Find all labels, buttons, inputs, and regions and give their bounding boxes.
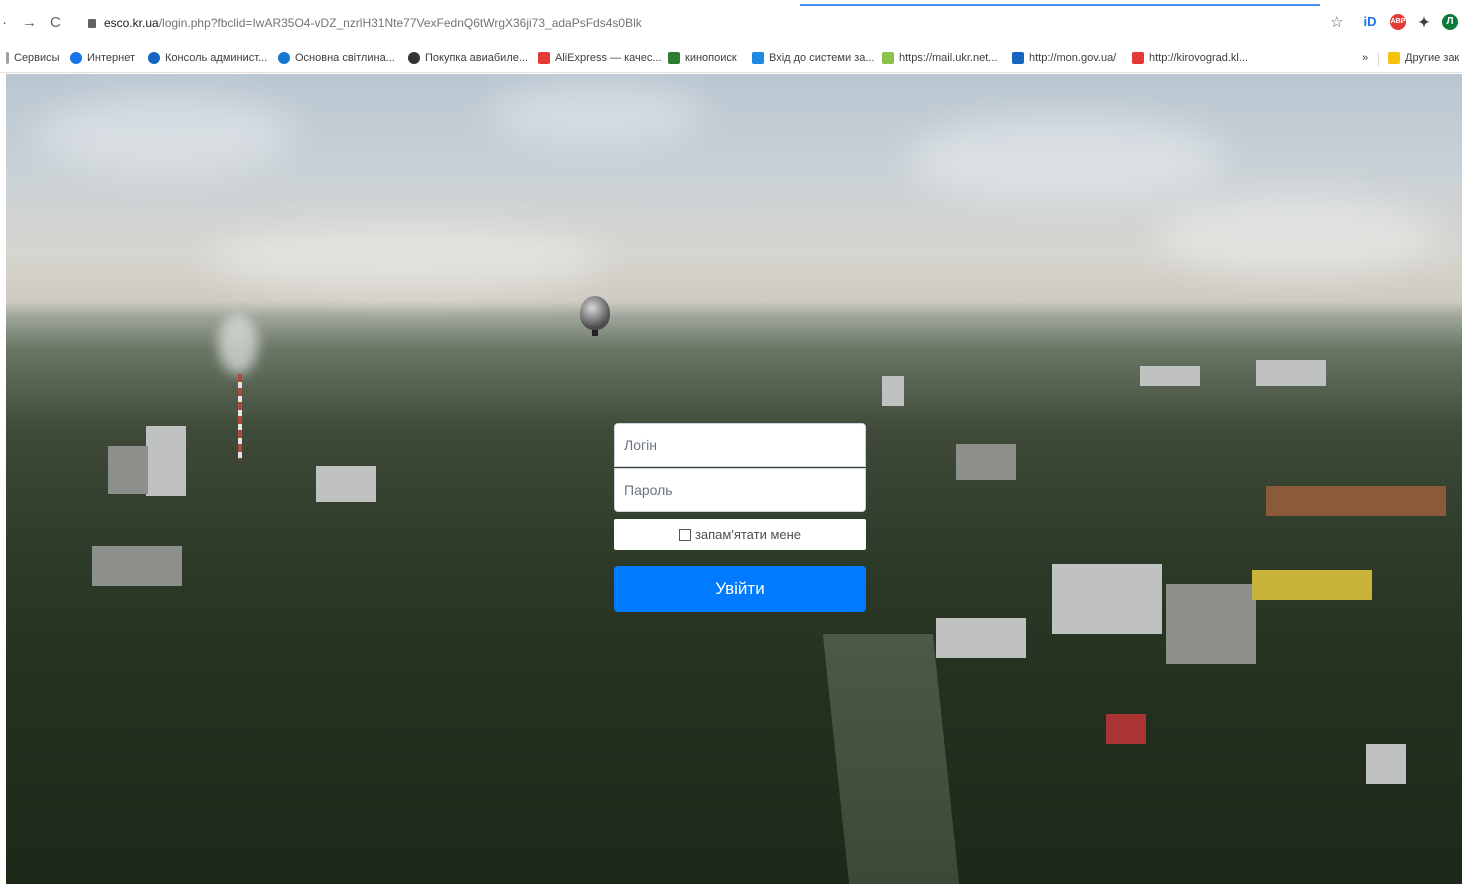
url-path: /login.php?fbclid=IwAR35O4-vDZ_nzrlH31Nt… <box>158 16 642 30</box>
building <box>1266 486 1446 516</box>
folder-icon <box>1388 52 1400 64</box>
site-icon <box>278 52 290 64</box>
browser-address-bar: · → C esco.kr.ua/login.php?fbclid=IwAR35… <box>0 0 1462 44</box>
login-page-background: запам'ятати мене Увійти <box>6 74 1462 884</box>
building <box>1052 564 1162 634</box>
adblock-extension-icon[interactable]: ABP <box>1390 14 1406 30</box>
bookmarks-separator <box>1378 52 1379 66</box>
bookmark-system-login[interactable]: Вхід до системи за... <box>752 50 875 66</box>
extensions-puzzle-icon[interactable]: ✦ <box>1416 14 1432 30</box>
factory-smoke <box>218 314 258 374</box>
building <box>1366 744 1406 784</box>
bookmarks-overflow-button[interactable]: » <box>1362 50 1368 66</box>
cloud <box>486 84 706 144</box>
building <box>956 444 1016 480</box>
bookmark-label: кинопоиск <box>685 52 737 64</box>
bookmark-mon-gov[interactable]: http://mon.gov.ua/ <box>1012 50 1116 66</box>
building <box>316 466 376 502</box>
bookmark-admin-console[interactable]: Консоль админист... <box>148 50 267 66</box>
building <box>1106 714 1146 744</box>
hot-air-balloon <box>580 296 610 336</box>
bookmark-label: http://mon.gov.ua/ <box>1029 52 1117 64</box>
site-icon <box>1132 52 1144 64</box>
building <box>936 618 1026 658</box>
bookmark-label: Интернет <box>87 52 135 64</box>
forward-icon[interactable]: → <box>22 14 37 31</box>
overflow-label: » <box>1362 52 1369 64</box>
site-icon <box>1012 52 1024 64</box>
cloud <box>36 94 296 174</box>
kinopoisk-icon <box>668 52 680 64</box>
globe-icon <box>70 52 82 64</box>
page-load-progress <box>800 4 1320 6</box>
bookmark-label: Консоль админист... <box>165 52 268 64</box>
bookmark-other-folder[interactable]: Другие зак <box>1388 50 1459 66</box>
bookmark-kinopoisk[interactable]: кинопоиск <box>668 50 737 66</box>
apps-icon <box>6 52 9 64</box>
river <box>822 634 960 884</box>
remember-me-row[interactable]: запам'ятати мене <box>614 519 866 550</box>
reload-icon[interactable]: C <box>50 14 61 31</box>
cloud <box>906 114 1226 204</box>
building <box>1252 570 1372 600</box>
id-extension-icon[interactable]: iD <box>1362 14 1378 30</box>
login-input[interactable] <box>614 423 866 467</box>
bookmark-label: Основна світлина... <box>295 52 395 64</box>
profile-avatar-icon[interactable]: Л <box>1442 14 1458 30</box>
lock-icon <box>88 19 96 28</box>
building <box>1256 360 1326 386</box>
site-icon <box>408 52 420 64</box>
bookmark-label: Покупка авиабиле... <box>425 52 529 64</box>
bookmark-aliexpress[interactable]: AliExpress — качес... <box>538 50 662 66</box>
bookmark-label: https://mail.ukr.net... <box>899 52 998 64</box>
bookmarks-bar: Сервисы Интернет Консоль админист... Осн… <box>0 44 1462 73</box>
bookmark-label: Сервисы <box>14 52 60 64</box>
url-field[interactable]: esco.kr.ua/login.php?fbclid=IwAR35O4-vDZ… <box>88 16 642 30</box>
site-icon <box>148 52 160 64</box>
url-host: esco.kr.ua <box>104 16 159 30</box>
bookmark-mail-ukr[interactable]: https://mail.ukr.net... <box>882 50 997 66</box>
building <box>92 546 182 586</box>
cloud <box>1156 194 1436 274</box>
mail-icon <box>882 52 894 64</box>
bookmark-internet[interactable]: Интернет <box>70 50 135 66</box>
building <box>1166 584 1256 664</box>
building <box>146 426 186 496</box>
site-icon <box>752 52 764 64</box>
cloud <box>206 224 606 294</box>
login-form: запам'ятати мене Увійти <box>614 423 866 612</box>
factory-chimney <box>238 374 242 459</box>
building <box>1140 366 1200 386</box>
bookmark-label: Другие зак <box>1405 52 1460 64</box>
bookmark-flights[interactable]: Покупка авиабиле... <box>408 50 528 66</box>
bookmark-label: http://kirovograd.kl... <box>1149 52 1249 64</box>
login-submit-button[interactable]: Увійти <box>614 566 866 612</box>
building <box>882 376 904 406</box>
aliexpress-icon <box>538 52 550 64</box>
bookmark-label: AliExpress — качес... <box>555 52 662 64</box>
bookmark-label: Вхід до системи за... <box>769 52 875 64</box>
back-icon[interactable]: · <box>2 14 7 31</box>
bookmark-services[interactable]: Сервисы <box>6 50 60 66</box>
building <box>108 446 148 494</box>
bookmark-main-photo[interactable]: Основна світлина... <box>278 50 395 66</box>
remember-me-checkbox[interactable] <box>678 528 691 541</box>
password-input[interactable] <box>614 468 866 512</box>
bookmark-kirovograd[interactable]: http://kirovograd.kl... <box>1132 50 1248 66</box>
star-bookmark-icon[interactable]: ☆ <box>1330 13 1343 31</box>
remember-me-label: запам'ятати мене <box>694 527 802 542</box>
